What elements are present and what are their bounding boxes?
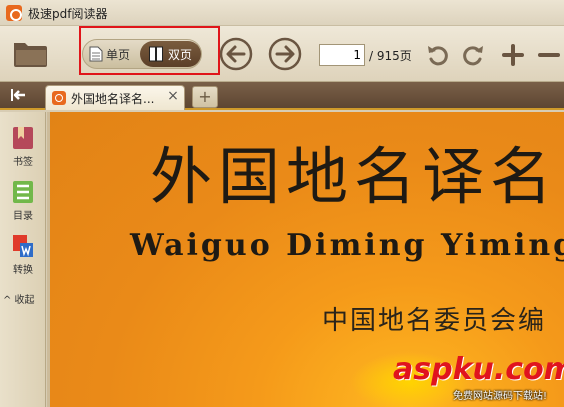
sidebar-collapse-button[interactable]: ^ 收起 <box>3 291 43 307</box>
document-title-en: Waiguo Diming Yiming <box>130 228 564 263</box>
plus-icon <box>502 44 524 66</box>
minus-icon <box>538 53 560 57</box>
prev-page-button[interactable] <box>219 37 253 71</box>
sidebar-item-bookmark[interactable]: 书签 <box>4 124 42 170</box>
watermark-sub: 免费网站源码下载站! <box>453 391 548 402</box>
zoom-out-button[interactable] <box>537 43 561 67</box>
bookmark-icon <box>13 127 33 149</box>
highlight-box <box>79 26 220 75</box>
watermark-main: aspku.com <box>393 352 564 387</box>
rotate-left-icon <box>428 46 448 66</box>
rotate-right-button[interactable] <box>461 43 485 67</box>
toolbar: 单页 双页 / 915页 <box>0 26 564 82</box>
arrow-right-icon <box>268 37 302 71</box>
title-bar: 极速pdf阅读器 <box>0 0 564 26</box>
tab-label: 外国地名译名... <box>71 92 155 106</box>
pdf-app-icon <box>52 91 66 105</box>
app-logo-icon <box>6 5 22 21</box>
arrow-left-icon <box>219 37 253 71</box>
document-title-cn: 外国地名译名 <box>150 140 559 213</box>
tab-bar: 外国地名译名... × + <box>0 82 564 110</box>
next-page-button[interactable] <box>268 37 302 71</box>
watermark: aspku.com 免费网站源码下载站! <box>393 352 564 407</box>
sidebar-toc-label: 目录 <box>13 211 33 222</box>
tab-document[interactable]: 外国地名译名... × <box>45 85 185 110</box>
new-tab-button[interactable]: + <box>192 86 218 108</box>
sidebar-bookmark-label: 书签 <box>13 157 33 168</box>
rotate-left-button[interactable] <box>426 43 450 67</box>
tab-close-icon[interactable]: × <box>165 88 181 106</box>
collapse-left-icon <box>11 89 25 101</box>
open-folder-button[interactable] <box>12 38 48 68</box>
sidebar-item-toc[interactable]: 目录 <box>4 178 42 224</box>
folder-icon <box>14 43 47 67</box>
sidebar: 书签 目录 转换 ^ 收起 <box>0 112 46 407</box>
total-pages-label: / 915页 <box>369 49 412 63</box>
toc-icon <box>13 181 33 203</box>
toggle-sidebar-button[interactable] <box>10 87 30 103</box>
document-author: 中国地名委员会编 <box>322 306 547 336</box>
zoom-in-button[interactable] <box>501 43 525 67</box>
rotate-right-icon <box>463 46 483 66</box>
sidebar-convert-label: 转换 <box>13 265 33 276</box>
pdf-to-word-icon <box>13 235 33 257</box>
sidebar-item-convert[interactable]: 转换 <box>4 232 42 278</box>
window-title: 极速pdf阅读器 <box>28 7 108 21</box>
page-number-input[interactable] <box>319 44 365 66</box>
